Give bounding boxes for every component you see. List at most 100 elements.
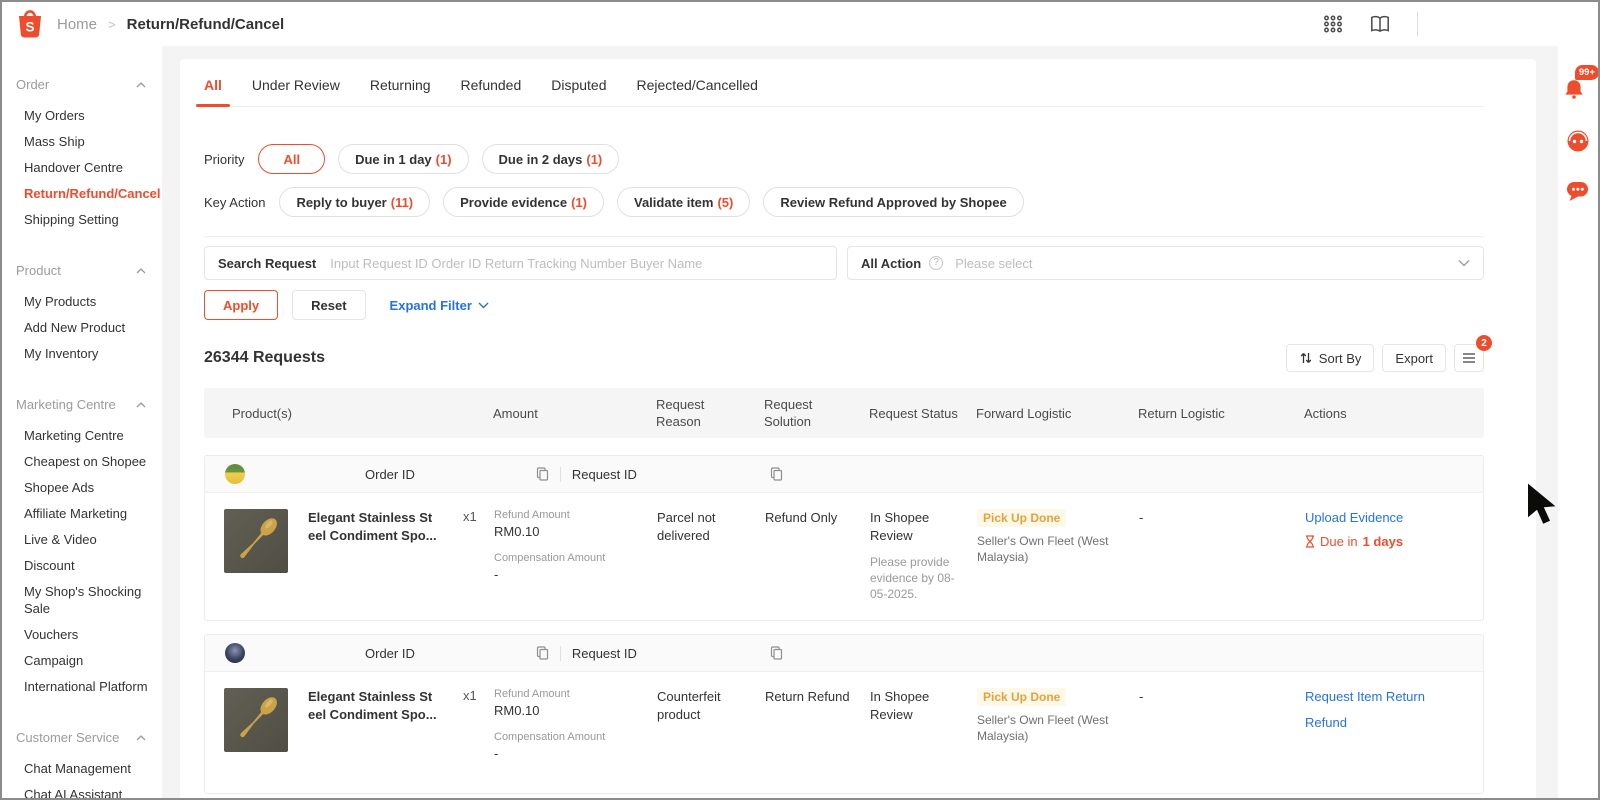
notification-count-badge: 99+: [1574, 65, 1598, 80]
sidebar-section-product-header[interactable]: Product: [16, 262, 162, 279]
actions-cell: Request Item Return Refund: [1293, 688, 1483, 761]
chevron-up-icon: [136, 401, 146, 407]
upload-evidence-link[interactable]: Upload Evidence: [1305, 509, 1475, 526]
page-title: Return/Refund/Cancel: [126, 15, 285, 33]
priority-filter-row: Priority All Due in 1 day (1) Due in 2 d…: [204, 144, 1484, 174]
shopee-logo-icon[interactable]: S: [16, 8, 44, 40]
sort-by-button[interactable]: Sort By: [1285, 344, 1375, 372]
product-image[interactable]: [224, 509, 288, 573]
sidebar-item-my-orders[interactable]: My Orders: [16, 102, 148, 128]
sidebar-section-product: Product My Products Add New Product My I…: [16, 262, 162, 366]
refund-amount-value: RM0.10: [494, 524, 540, 539]
logistic-status-badge: Pick Up Done: [977, 688, 1067, 706]
sidebar-item-affiliate-marketing[interactable]: Affiliate Marketing: [16, 500, 148, 526]
key-action-pill-validate-item[interactable]: Validate item (5): [616, 187, 751, 217]
export-button[interactable]: Export: [1382, 344, 1446, 372]
list-settings-button[interactable]: 2: [1454, 335, 1492, 372]
priority-pill-due-1-day[interactable]: Due in 1 day (1): [338, 144, 469, 174]
product-name[interactable]: Elegant Stainless St eel Condiment Spo..…: [308, 509, 459, 602]
apps-grid-icon[interactable]: [1323, 14, 1343, 34]
copy-order-id-icon[interactable]: [536, 467, 549, 481]
hourglass-icon: [1306, 535, 1314, 548]
sidebar-item-my-inventory[interactable]: My Inventory: [16, 340, 148, 366]
row-body: Elegant Stainless St eel Condiment Spo..…: [205, 493, 1483, 620]
priority-pill-all[interactable]: All: [258, 144, 326, 174]
copy-order-id-icon[interactable]: [536, 646, 549, 660]
tab-refunded[interactable]: Refunded: [461, 77, 522, 93]
breadcrumb-home[interactable]: Home: [57, 16, 97, 33]
table-header: Product(s) Amount Request Reason Request…: [204, 388, 1484, 438]
request-id-label: Request ID: [571, 645, 637, 661]
sidebar-item-return-refund-cancel[interactable]: Return/Refund/Cancel: [16, 180, 161, 206]
compensation-amount-label: Compensation Amount: [494, 552, 606, 564]
filter-buttons-row: Apply Reset Expand Filter: [204, 290, 1484, 320]
copy-request-id-icon[interactable]: [770, 646, 783, 660]
key-action-pill-reply-to-buyer[interactable]: Reply to buyer (11): [279, 187, 431, 217]
sidebar-item-shipping-setting[interactable]: Shipping Setting: [16, 206, 148, 232]
sidebar-item-handover-centre[interactable]: Handover Centre: [16, 154, 148, 180]
copy-request-id-icon[interactable]: [770, 467, 783, 481]
sidebar-item-shocking-sale[interactable]: My Shop's Shocking Sale: [16, 578, 148, 621]
tab-disputed[interactable]: Disputed: [551, 77, 606, 93]
help-icon[interactable]: ?: [929, 256, 944, 270]
product-image[interactable]: [224, 688, 288, 752]
sidebar-item-mass-ship[interactable]: Mass Ship: [16, 128, 148, 154]
due-notice: Due in 1 days: [1305, 534, 1475, 549]
apply-button[interactable]: Apply: [204, 290, 279, 320]
chevron-up-icon: [136, 81, 146, 87]
page-body: Order My Orders Mass Ship Handover Centr…: [2, 46, 1598, 798]
search-request-input[interactable]: [330, 255, 823, 271]
order-id-label: Order ID: [365, 466, 415, 482]
sidebar-section-marketing-header[interactable]: Marketing Centre: [16, 396, 162, 413]
chat-bubbles-icon[interactable]: [1565, 179, 1591, 208]
sidebar: Order My Orders Mass Ship Handover Centr…: [2, 46, 162, 798]
sidebar-item-shopee-ads[interactable]: Shopee Ads: [16, 474, 148, 500]
request-status-cell: In Shopee Review: [858, 688, 965, 761]
tab-under-review[interactable]: Under Review: [252, 77, 340, 93]
all-action-select[interactable]: All Action ? Please select: [847, 246, 1484, 280]
id-divider: [559, 466, 561, 482]
key-action-pill-provide-evidence[interactable]: Provide evidence (1): [443, 187, 604, 217]
request-status-title: In Shopee Review: [870, 510, 930, 543]
column-forward-logistic: Forward Logistic: [976, 405, 1072, 421]
sidebar-item-marketing-centre[interactable]: Marketing Centre: [16, 422, 148, 448]
sidebar-item-cheapest-on-shopee[interactable]: Cheapest on Shopee: [16, 448, 148, 474]
sidebar-item-chat-ai-assistant[interactable]: Chat AI Assistant: [16, 781, 148, 799]
sidebar-item-discount[interactable]: Discount: [16, 552, 148, 578]
amount-cell: Refund Amount RM0.10 Compensation Amount…: [482, 509, 645, 602]
tab-all[interactable]: All: [196, 77, 230, 107]
priority-pill-due-2-days[interactable]: Due in 2 days (1): [481, 144, 620, 174]
sidebar-item-add-new-product[interactable]: Add New Product: [16, 314, 148, 340]
all-action-label: All Action: [861, 255, 922, 271]
expand-filter-link[interactable]: Expand Filter: [390, 298, 489, 313]
reset-button[interactable]: Reset: [292, 290, 366, 320]
key-action-pill-review-refund[interactable]: Review Refund Approved by Shopee: [763, 187, 1024, 217]
product-name[interactable]: Elegant Stainless St eel Condiment Spo..…: [308, 688, 459, 761]
request-reason-cell: Parcel not delivered: [657, 510, 716, 543]
tab-rejected-cancelled[interactable]: Rejected/Cancelled: [637, 77, 758, 93]
sidebar-item-live-video[interactable]: Live & Video: [16, 526, 148, 552]
request-status-title: In Shopee Review: [870, 689, 930, 722]
actions-cell: Upload Evidence Due in 1 days: [1293, 509, 1483, 602]
buyer-avatar[interactable]: [225, 464, 245, 484]
tab-returning[interactable]: Returning: [370, 77, 431, 93]
sidebar-section-order-header[interactable]: Order: [16, 76, 162, 93]
sidebar-item-chat-management[interactable]: Chat Management: [16, 755, 148, 781]
knowledge-book-icon[interactable]: [1369, 14, 1391, 34]
notification-bell-icon[interactable]: 99+: [1560, 65, 1598, 105]
refund-link[interactable]: Refund: [1305, 714, 1475, 731]
buyer-avatar[interactable]: [225, 643, 245, 663]
sidebar-item-international-platform[interactable]: International Platform: [16, 673, 148, 699]
requests-count: 26344 Requests: [204, 349, 325, 366]
sidebar-item-campaign[interactable]: Campaign: [16, 647, 148, 673]
sidebar-item-vouchers[interactable]: Vouchers: [16, 621, 148, 647]
logistic-carrier: Seller's Own Fleet (West Malaysia): [977, 534, 1109, 564]
customer-support-icon[interactable]: [1565, 128, 1591, 159]
column-request-solution: Request Solution: [764, 397, 813, 429]
request-item-return-link[interactable]: Request Item Return: [1305, 688, 1475, 705]
row-body: Elegant Stainless St eel Condiment Spo..…: [205, 672, 1483, 793]
sidebar-section-customer-service-header[interactable]: Customer Service: [16, 729, 162, 746]
sidebar-section-marketing: Marketing Centre Marketing Centre Cheape…: [16, 396, 162, 699]
sidebar-item-my-products[interactable]: My Products: [16, 288, 148, 314]
return-logistic-cell: -: [1139, 689, 1144, 704]
